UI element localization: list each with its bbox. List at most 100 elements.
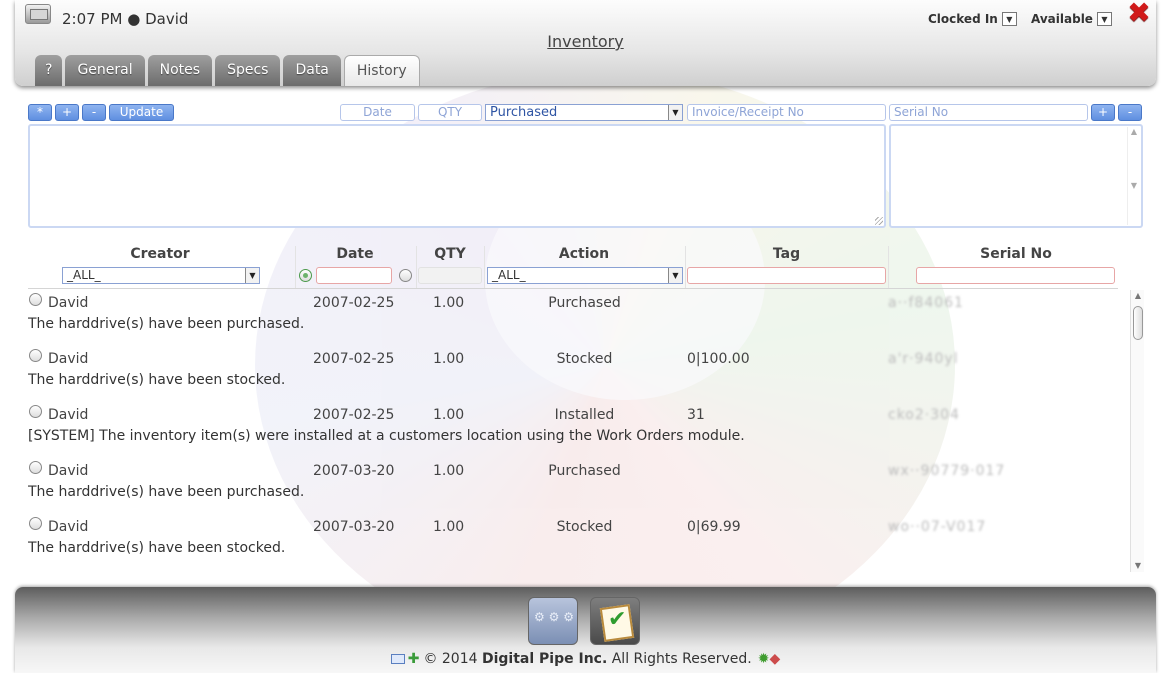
creator-filter-select[interactable]: _ALL_ ▼: [62, 267, 260, 284]
scroll-down-icon[interactable]: ▼: [1131, 560, 1145, 572]
column-qty[interactable]: QTY: [418, 246, 482, 262]
column-serial[interactable]: Serial No: [916, 246, 1116, 262]
serial-add-button[interactable]: +: [1091, 104, 1115, 121]
tab-history[interactable]: History: [343, 55, 420, 86]
cube-icon[interactable]: ◆: [770, 651, 781, 667]
row-date: 2007-03-20: [313, 519, 395, 535]
add-button[interactable]: +: [55, 104, 79, 121]
clock-status-select[interactable]: Clocked In ▼: [928, 12, 1017, 26]
tag-filter-input[interactable]: [687, 267, 886, 284]
copyright: ✚ © 2014 Digital Pipe Inc. All Rights Res…: [15, 651, 1156, 667]
clock-user: 2:07 PM ● David: [62, 10, 188, 28]
column-divider: [295, 246, 296, 288]
row-action: Installed: [554, 407, 615, 423]
date-input[interactable]: Date: [340, 104, 415, 121]
date-range-radio-to[interactable]: [399, 269, 412, 282]
action-filter-value: _ALL_: [492, 268, 526, 282]
table-row[interactable]: David 2007-03-20 1.00 Purchased wx··9077…: [28, 458, 1130, 514]
serial-list-textarea[interactable]: ▲ ▼: [889, 124, 1143, 228]
row-select-radio[interactable]: [29, 405, 42, 418]
action-filter-select[interactable]: _ALL_ ▼: [487, 267, 683, 284]
row-serial: cko2·304: [888, 407, 960, 423]
row-action: Purchased: [548, 463, 621, 479]
availability-label: Available: [1031, 12, 1093, 26]
row-creator: David: [48, 519, 89, 535]
clock-status-label: Clocked In: [928, 12, 998, 26]
tab-specs[interactable]: Specs: [215, 55, 281, 86]
table-row[interactable]: David 2007-02-25 1.00 Installed 31 cko2·…: [28, 402, 1130, 458]
row-action: Stocked: [556, 519, 613, 535]
row-select-radio[interactable]: [29, 461, 42, 474]
history-panel: * + - Update Date QTY Purchased ▼ Invoic…: [0, 0, 1171, 673]
puzzle-icon[interactable]: ✚: [408, 651, 420, 667]
row-select-radio[interactable]: [29, 293, 42, 306]
row-serial: wx··90779·017: [888, 463, 1006, 479]
serial-list-scrollbar[interactable]: ▲ ▼: [1127, 127, 1140, 225]
monitor-icon[interactable]: [25, 4, 51, 24]
table-row[interactable]: David 2007-03-20 1.00 Stocked 0|69.99 wo…: [28, 514, 1130, 570]
clock-time: 2:07 PM: [62, 10, 123, 28]
chevron-down-icon[interactable]: ▼: [1001, 12, 1017, 26]
chevron-down-icon[interactable]: ▼: [245, 268, 259, 283]
row-date: 2007-02-25: [313, 351, 395, 367]
table-row[interactable]: David 2007-02-25 1.00 Stocked 0|100.00 a…: [28, 346, 1130, 402]
row-serial: a'r·940yl: [888, 351, 959, 367]
page-title: Inventory: [547, 32, 624, 51]
star-button[interactable]: *: [28, 104, 52, 121]
row-select-radio[interactable]: [29, 349, 42, 362]
update-button[interactable]: Update: [109, 104, 174, 121]
company-name: Digital Pipe Inc.: [481, 651, 608, 667]
invoice-input[interactable]: Invoice/Receipt No: [687, 104, 886, 121]
chevron-down-icon[interactable]: ▼: [668, 105, 682, 120]
row-qty: 1.00: [433, 295, 465, 311]
tab-notes[interactable]: Notes: [147, 55, 213, 86]
checklist-dock-button[interactable]: [590, 597, 640, 645]
action-select[interactable]: Purchased ▼: [485, 104, 683, 121]
tab-general[interactable]: General: [65, 55, 145, 86]
date-range-radio-from[interactable]: [299, 269, 312, 282]
row-serial: wo··07-V017: [888, 519, 987, 535]
serial-input[interactable]: Serial No: [889, 104, 1088, 121]
mail-icon[interactable]: [390, 654, 405, 664]
row-date: 2007-02-25: [313, 407, 395, 423]
chevron-down-icon[interactable]: ▼: [1096, 12, 1112, 26]
row-qty: 1.00: [433, 351, 465, 367]
serial-remove-button[interactable]: -: [1118, 104, 1142, 121]
chevron-down-icon[interactable]: ▼: [668, 268, 682, 283]
serial-filter-input[interactable]: [916, 267, 1115, 284]
action-select-value: Purchased: [490, 105, 558, 120]
history-scrollbar[interactable]: ▲ ▼: [1130, 290, 1144, 572]
row-creator: David: [48, 295, 89, 311]
rights-text: All Rights Reserved.: [611, 651, 752, 667]
qty-input[interactable]: QTY: [418, 104, 482, 121]
header-bar: 2:07 PM ● David Clocked In ▼ Available ▼…: [15, 0, 1156, 86]
availability-select[interactable]: Available ▼: [1031, 12, 1112, 26]
column-action[interactable]: Action: [485, 246, 683, 262]
column-creator[interactable]: Creator: [60, 246, 260, 262]
table-row[interactable]: David 2007-02-25 1.00 Purchased a··f8406…: [28, 290, 1130, 346]
close-icon[interactable]: ✖: [1126, 0, 1152, 27]
bullet-icon: ●: [127, 10, 146, 28]
row-qty: 1.00: [433, 407, 465, 423]
tab-help[interactable]: ?: [35, 55, 63, 86]
row-select-radio[interactable]: [29, 517, 42, 530]
note-textarea[interactable]: [28, 124, 886, 228]
column-divider: [888, 246, 889, 288]
footer-dock: ✚© 2014 Digital Pipe Inc. All Rights Res…: [15, 587, 1156, 673]
row-date: 2007-03-20: [313, 463, 395, 479]
scroll-thumb[interactable]: [1133, 306, 1143, 340]
tab-data[interactable]: Data: [283, 55, 341, 86]
remove-button[interactable]: -: [82, 104, 106, 121]
column-tag[interactable]: Tag: [687, 246, 886, 262]
qty-filter-input[interactable]: [418, 267, 482, 284]
row-note: The harddrive(s) have been purchased.: [28, 484, 305, 500]
history-list: David 2007-02-25 1.00 Purchased a··f8406…: [28, 290, 1130, 572]
current-user: David: [145, 10, 189, 28]
date-filter-input[interactable]: [316, 267, 392, 284]
row-note: The harddrive(s) have been purchased.: [28, 316, 305, 332]
settings-dock-button[interactable]: [528, 597, 578, 645]
scroll-up-icon[interactable]: ▲: [1131, 290, 1145, 302]
bug-icon[interactable]: ✹: [758, 651, 770, 667]
column-date[interactable]: Date: [296, 246, 414, 262]
row-note: The harddrive(s) have been stocked.: [28, 540, 286, 556]
